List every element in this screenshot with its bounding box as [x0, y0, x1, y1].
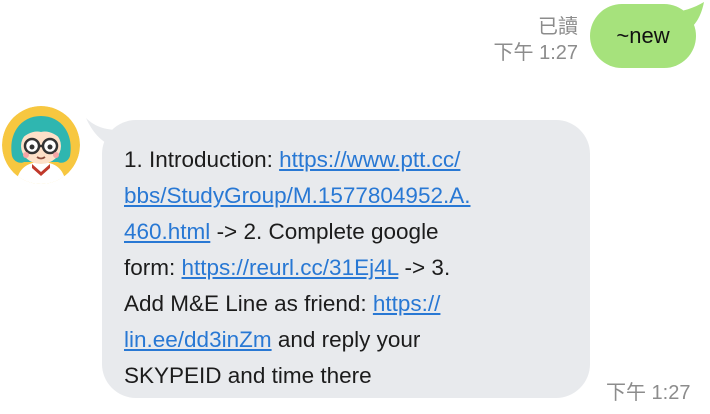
message-line: Add M&E Line as friend: https:// — [124, 286, 572, 322]
message-text: -> 3. — [398, 255, 451, 280]
message-link[interactable]: lin.ee/dd3inZm — [124, 327, 272, 352]
avatar[interactable] — [2, 106, 80, 184]
message-line: lin.ee/dd3inZm and reply your — [124, 322, 572, 358]
message-text: Add M&E Line as friend: — [124, 291, 373, 316]
message-link[interactable]: bbs/StudyGroup/M.1577804952.A. — [124, 183, 471, 208]
sent-text: ~new — [616, 23, 670, 48]
message-line: SKYPEID and time there — [124, 358, 572, 394]
message-text: 1. Introduction: — [124, 147, 280, 172]
received-bubble[interactable]: 1. Introduction: https://www.ptt.cc/bbs/… — [102, 120, 590, 398]
message-text: SKYPEID and time there — [124, 363, 372, 388]
message-link[interactable]: https://www.ptt.cc/ — [279, 147, 460, 172]
message-text: -> 2. Complete google — [210, 219, 439, 244]
received-text: 1. Introduction: https://www.ptt.cc/bbs/… — [124, 142, 572, 394]
read-status: 已讀 — [538, 16, 578, 38]
sent-message: 已讀 下午 1:27 ~new — [0, 0, 710, 90]
sent-message-meta: 已讀 下午 1:27 — [494, 14, 578, 66]
message-link[interactable]: 460.html — [124, 219, 210, 244]
message-text: form: — [124, 255, 182, 280]
sent-bubble[interactable]: ~new — [590, 4, 696, 68]
message-line: form: https://reurl.cc/31Ej4L -> 3. — [124, 250, 572, 286]
received-time: 下午 1:27 — [606, 382, 691, 404]
message-line: bbs/StudyGroup/M.1577804952.A. — [124, 178, 572, 214]
girl-with-glasses-avatar-icon — [2, 106, 80, 184]
message-line: 460.html -> 2. Complete google — [124, 214, 572, 250]
sent-time: 下午 1:27 — [493, 42, 578, 64]
message-link[interactable]: https:// — [373, 291, 441, 316]
message-text: and reply your — [271, 327, 421, 352]
message-line: 1. Introduction: https://www.ptt.cc/ — [124, 142, 572, 178]
message-link[interactable]: https://reurl.cc/31Ej4L — [182, 255, 399, 280]
